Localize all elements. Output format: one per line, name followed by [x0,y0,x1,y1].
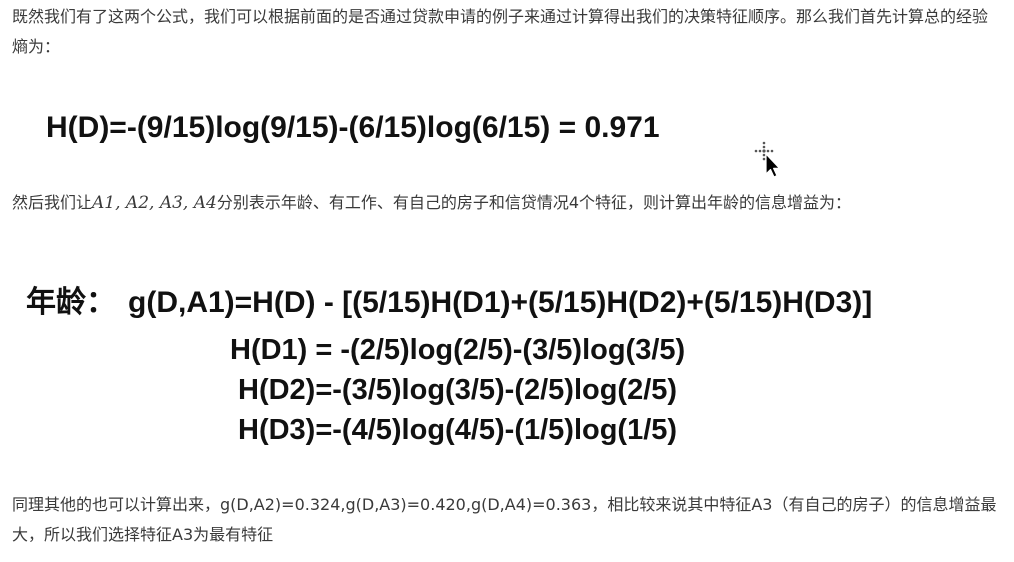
entropy-formula: H(D)=-(9/15)log(9/15)-(6/15)log(6/15) = … [46,111,660,144]
hd3-formula: H(D3)=-(4/5)log(4/5)-(1/5)log(1/5) [238,414,678,446]
move-cursor-icon [752,138,784,178]
hd2-formula: H(D2)=-(3/5)log(3/5)-(2/5)log(2/5) [238,374,678,406]
gain-label: 年龄： [26,286,116,319]
hd1-formula: H(D1) = -(2/5)log(2/5)-(3/5)log(3/5) [230,334,686,366]
features-text-before: 然后我们让 [12,193,93,212]
gain-formula: g(D,A1)=H(D) - [(5/15)H(D1)+(5/15)H(D2)+… [128,286,873,319]
features-math: A1, A2, A3, A4 [92,193,217,213]
intro-paragraph: 既然我们有了这两个公式，我们可以根据前面的是否通过贷款申请的例子来通过计算得出我… [12,7,989,56]
features-text-after: 分别表示年龄、有工作、有自己的房子和信贷情况4个特征，则计算出年龄的信息增益为： [216,193,851,212]
document-page: 既然我们有了这两个公式，我们可以根据前面的是否通过贷款申请的例子来通过计算得出我… [0,0,1014,562]
features-paragraph: 然后我们让A1, A2, A3, A4分别表示年龄、有工作、有自己的房子和信贷情… [12,188,1002,218]
conclusion-paragraph: 同理其他的也可以计算出来，g(D,A2)=0.324,g(D,A3)=0.420… [12,495,997,544]
